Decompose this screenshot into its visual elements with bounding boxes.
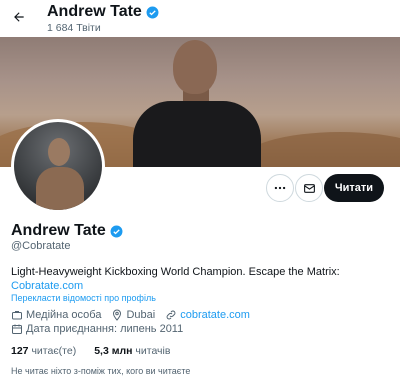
following-link[interactable]: 127 читає(те) — [11, 345, 76, 357]
top-bar: Andrew Tate 1 684 Твіти — [0, 0, 400, 37]
follow-button[interactable]: Читати — [324, 174, 384, 202]
followed-by-note: Не читає ніхто з-поміж тих, кого ви чита… — [11, 366, 191, 376]
verified-badge-icon[interactable] — [110, 225, 123, 238]
calendar-icon — [12, 324, 22, 334]
location-text: Dubai — [126, 309, 156, 321]
more-button[interactable] — [266, 174, 294, 202]
verified-badge-icon — [146, 6, 159, 18]
profile-name: Andrew Tate — [11, 222, 123, 240]
header-name-text: Andrew Tate — [47, 3, 142, 20]
location-item: Dubai — [111, 309, 155, 321]
bio-text: Light-Heavyweight Kickboxing World Champ… — [11, 266, 340, 278]
post-count: 1 684 Твіти — [47, 22, 101, 34]
following-label: читає(те) — [31, 345, 77, 357]
joined-text: Дата приєднання: липень 2011 — [26, 323, 184, 335]
profile-stats: 127 читає(те) 5,3 млн читачів — [11, 345, 170, 357]
back-button[interactable] — [8, 6, 30, 28]
following-count: 127 — [11, 345, 29, 357]
website-link[interactable]: cobratate.com — [180, 309, 250, 321]
category-item: Медійна особа — [11, 309, 101, 321]
message-button[interactable] — [295, 174, 323, 202]
joined-item: Дата приєднання: липень 2011 — [11, 323, 183, 335]
briefcase-icon — [12, 311, 22, 320]
back-arrow-icon — [14, 12, 24, 22]
category-text: Медійна особа — [26, 309, 102, 321]
translate-bio-link[interactable]: Перекласти відомості про профіль — [11, 293, 156, 303]
followers-link[interactable]: 5,3 млн читачів — [94, 345, 170, 357]
profile-meta-row: Медійна особа Dubai cobratate.com — [11, 309, 260, 321]
followers-count: 5,3 млн — [94, 345, 133, 357]
profile-bio: Light-Heavyweight Kickboxing World Champ… — [11, 265, 391, 293]
more-icon — [274, 186, 286, 190]
bio-link[interactable]: Cobratate.com — [11, 280, 83, 292]
followers-label: читачів — [135, 345, 171, 357]
website-item[interactable]: cobratate.com — [165, 309, 250, 321]
profile-name-text: Andrew Tate — [11, 222, 106, 239]
link-icon — [166, 310, 176, 320]
location-icon — [113, 309, 122, 321]
mail-icon — [303, 183, 315, 193]
avatar[interactable] — [11, 119, 105, 213]
header-name: Andrew Tate — [47, 3, 159, 21]
profile-handle: @Cobratate — [11, 240, 71, 252]
profile-meta-row-2: Дата приєднання: липень 2011 — [11, 323, 193, 335]
